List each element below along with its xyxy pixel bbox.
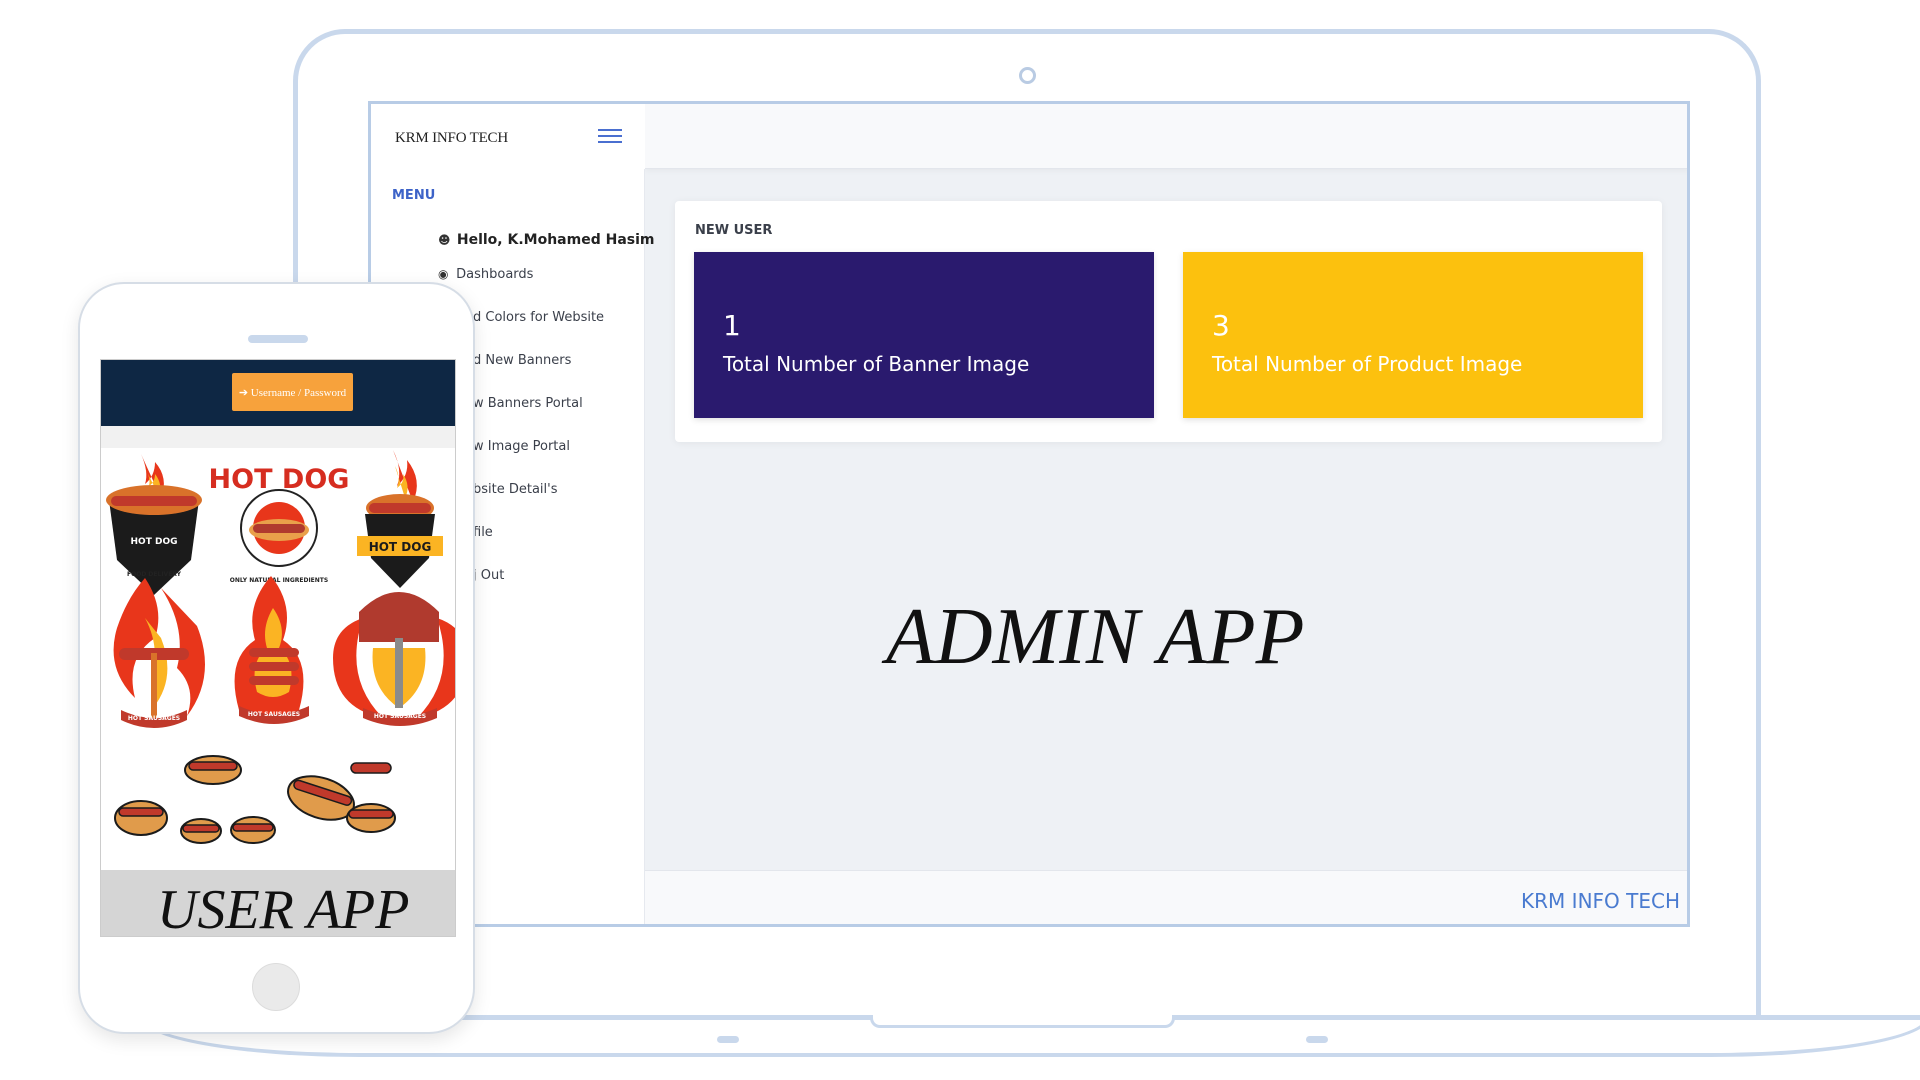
sidebar-item-label: file: [473, 525, 493, 540]
sidebar-item-user-greeting: ☻ Hello, K.Mohamed Hasim: [438, 232, 655, 248]
sidebar-item-label: j Out: [473, 568, 505, 583]
hamburger-menu-icon[interactable]: [598, 125, 624, 147]
hot-sausages-badge-3: HOT SAUSAGES: [333, 592, 455, 726]
user-app-screen: ➔ Username / Password HOT DOG FOOD DELIV…: [100, 359, 456, 937]
svg-text:HOT SAUSAGES: HOT SAUSAGES: [248, 711, 300, 718]
hot-dog-badge-2: HOT DOG ONLY NATURAL INGREDIENTS: [209, 464, 350, 584]
user-app-watermark: USER APP: [157, 879, 410, 937]
sidebar-item-colors[interactable]: d Colors for Website: [473, 310, 604, 325]
sidebar-item-label: w Banners Portal: [473, 396, 583, 411]
hot-dog-badge-1: HOT DOG FOOD DELIVERY: [106, 454, 202, 595]
brand-name: KRM INFO TECH: [395, 130, 508, 146]
sidebar-item-log-out[interactable]: j Out: [473, 568, 504, 583]
user-app-header: ➔ Username / Password: [101, 360, 455, 426]
stat-product-images[interactable]: 3 Total Number of Product Image: [1183, 252, 1643, 418]
sidebar-item-label: d New Banners: [473, 353, 572, 368]
svg-text:ONLY NATURAL INGREDIENTS: ONLY NATURAL INGREDIENTS: [230, 577, 328, 584]
admin-app-screen: KRM INFO TECH MENU ☻ Hello, K.Mohamed Ha…: [368, 101, 1690, 927]
stat-label: Total Number of Product Image: [1212, 352, 1523, 376]
phone-speaker: [248, 335, 308, 343]
menu-title: MENU: [392, 188, 436, 203]
admin-footer: KRM INFO TECH: [645, 870, 1687, 924]
sidebar-item-profile[interactable]: file: [473, 525, 493, 540]
hot-dog-icons-row: [114, 755, 396, 844]
hot-sausages-badge-2: HOT SAUSAGES: [234, 576, 309, 724]
svg-text:HOT DOG: HOT DOG: [131, 537, 178, 547]
stat-value: 3: [1212, 309, 1230, 342]
svg-text:HOT SAUSAGES: HOT SAUSAGES: [128, 715, 180, 722]
laptop-foot: [717, 1036, 739, 1043]
login-button[interactable]: ➔ Username / Password: [232, 373, 353, 411]
sidebar-item-image-portal[interactable]: w Image Portal: [473, 439, 570, 454]
hot-dog-logo-artwork: HOT DOG FOOD DELIVERY HOT DOG ONLY NATUR…: [101, 448, 455, 870]
sidebar-item-label: bsite Detail's: [473, 482, 558, 497]
sidebar-item-label: Dashboards: [456, 267, 534, 282]
sidebar-brand: KRM INFO TECH: [371, 104, 645, 169]
sidebar-item-label: w Image Portal: [473, 439, 570, 454]
sidebar-item-website-details[interactable]: bsite Detail's: [473, 482, 558, 497]
hot-sausages-badge-1: HOT SAUSAGES: [113, 578, 205, 728]
stat-banner-images[interactable]: 1 Total Number of Banner Image: [694, 252, 1154, 418]
sidebar-item-new-banners[interactable]: d New Banners: [473, 353, 571, 368]
stat-value: 1: [723, 309, 741, 342]
sidebar-item-banners-portal[interactable]: w Banners Portal: [473, 396, 583, 411]
user-icon: ☻: [438, 233, 451, 247]
sidebar-item-label: Hello, K.Mohamed Hasim: [456, 232, 655, 248]
new-user-card: NEW USER 1 Total Number of Banner Image …: [675, 201, 1662, 442]
svg-text:HOT DOG: HOT DOG: [369, 540, 432, 554]
svg-text:HOT SAUSAGES: HOT SAUSAGES: [374, 713, 426, 720]
admin-app-watermark: ADMIN APP: [886, 593, 1305, 681]
sidebar-item-label: d Colors for Website: [473, 310, 605, 325]
sidebar-item-dashboards[interactable]: ◉ Dashboards: [438, 267, 533, 282]
mockup-stage: KRM INFO TECH MENU ☻ Hello, K.Mohamed Ha…: [0, 0, 1920, 1080]
user-app-watermark-band: USER APP: [101, 870, 455, 937]
laptop-foot: [1306, 1036, 1328, 1043]
svg-text:FOOD DELIVERY: FOOD DELIVERY: [127, 571, 182, 578]
laptop-notch: [870, 1015, 1175, 1028]
stat-label: Total Number of Banner Image: [723, 352, 1030, 376]
footer-brand: KRM INFO TECH: [1521, 889, 1680, 913]
camera-icon: [1019, 67, 1036, 84]
phone-home-button[interactable]: [252, 963, 300, 1011]
dashboard-icon: ◉: [438, 267, 449, 281]
admin-topbar: [645, 104, 1687, 169]
hot-dog-badge-3: HOT DOG: [357, 450, 443, 588]
card-title: NEW USER: [695, 223, 773, 238]
